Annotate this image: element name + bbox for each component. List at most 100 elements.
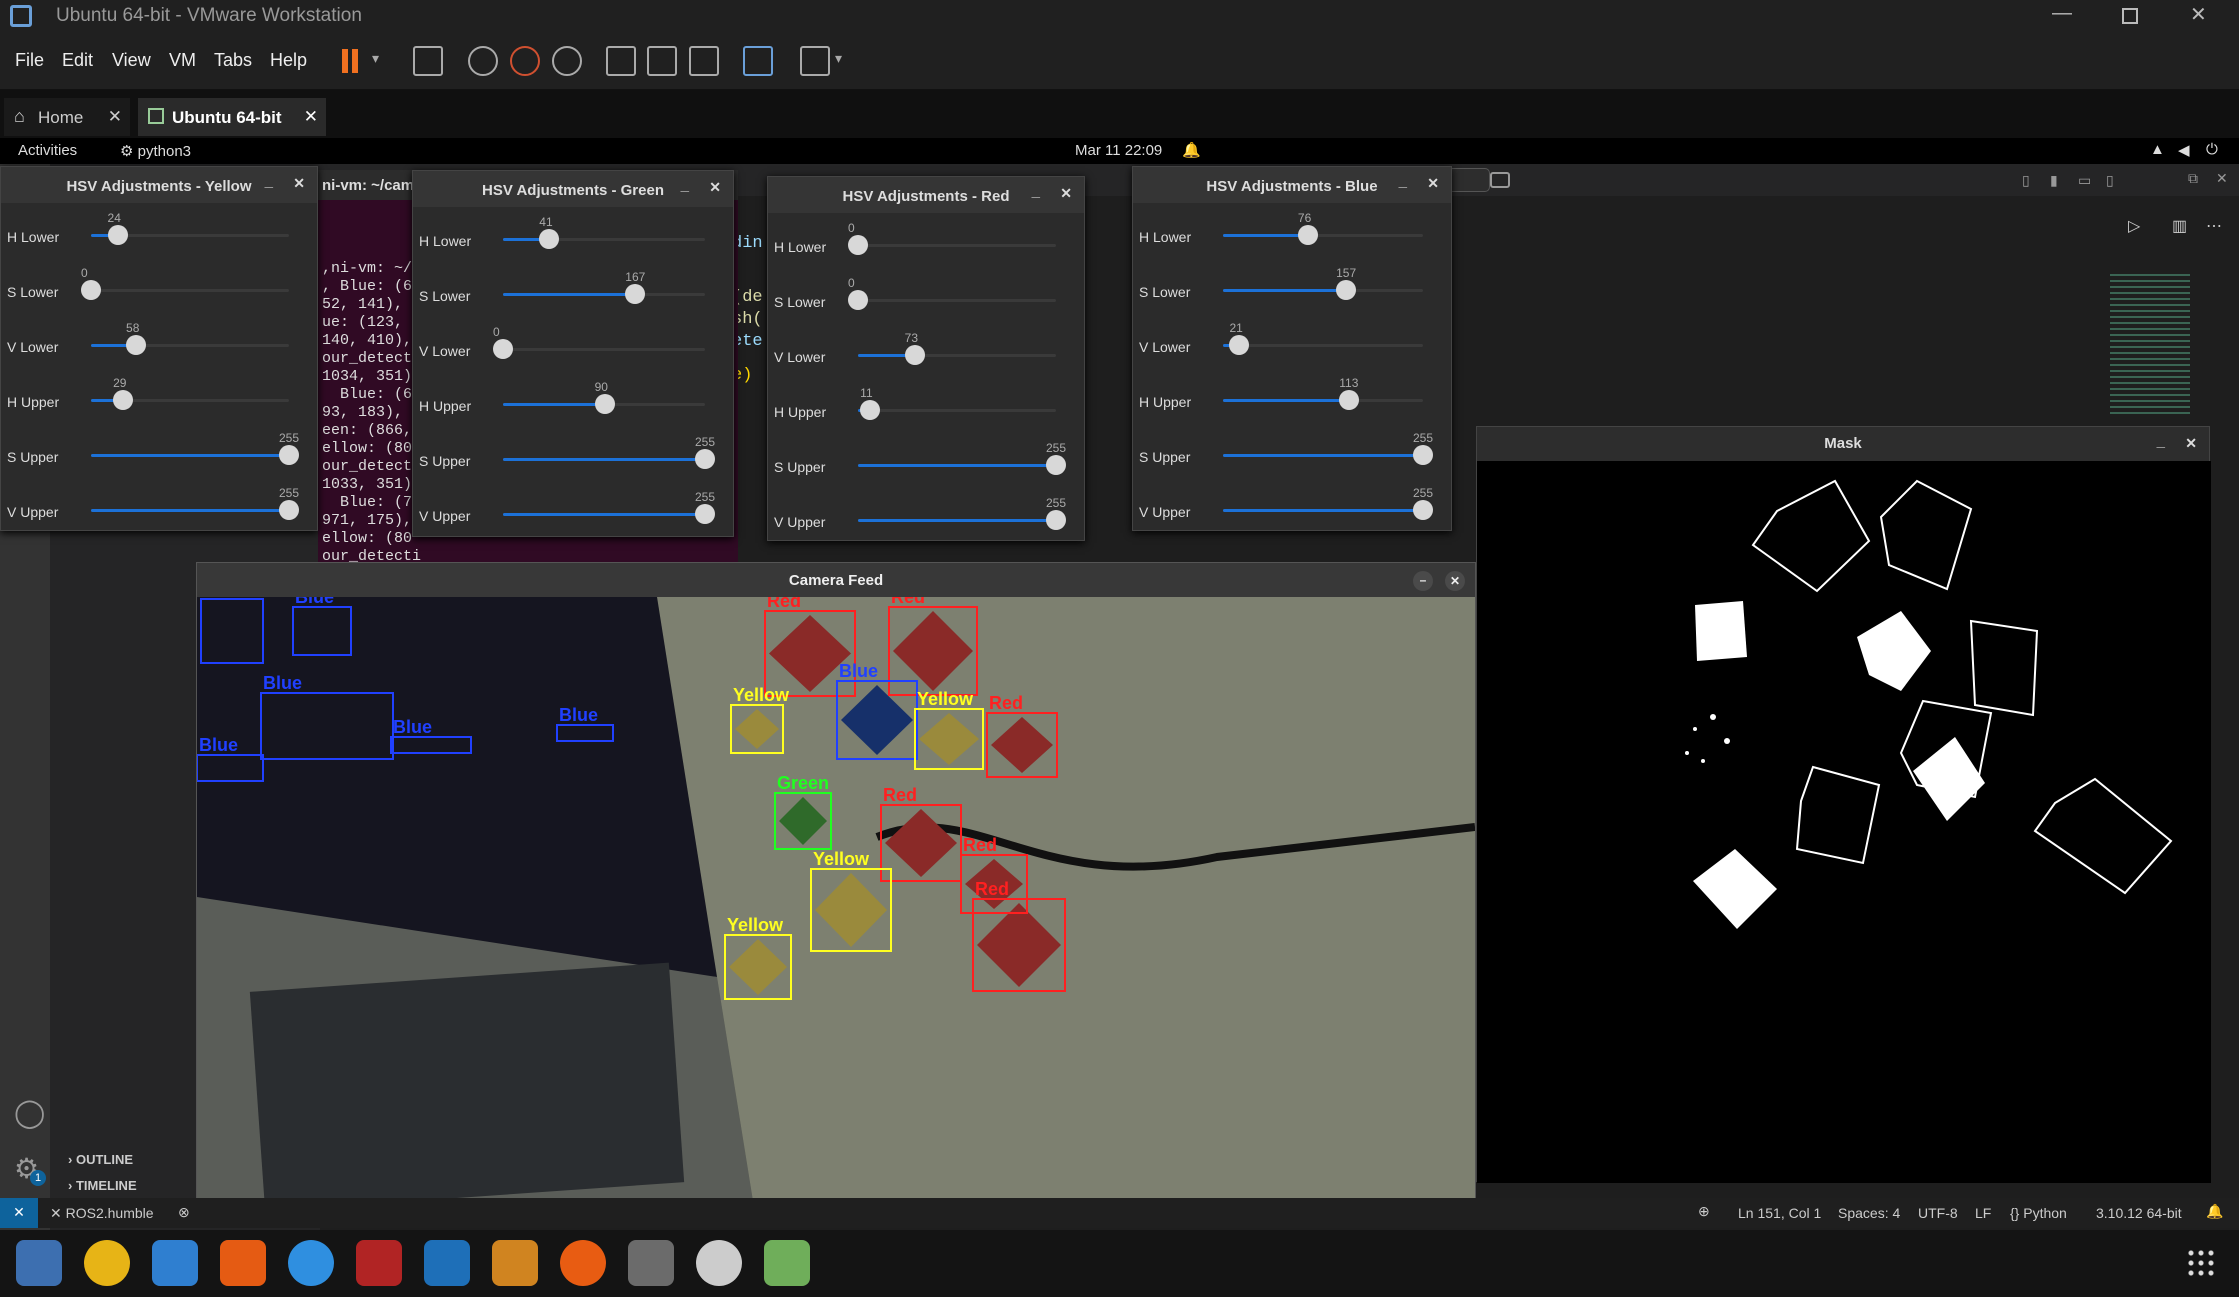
slider-knob[interactable] (848, 290, 868, 310)
writer-icon[interactable] (152, 1240, 198, 1286)
pause-icon[interactable] (342, 49, 348, 73)
minimize-icon[interactable]: _ (1032, 183, 1040, 200)
show-apps-icon[interactable] (2186, 1248, 2216, 1278)
minimize-icon[interactable]: _ (681, 177, 689, 194)
close-icon[interactable]: ✕ (2190, 2, 2207, 27)
vscode-app-icon[interactable] (424, 1240, 470, 1286)
camera-feed-window[interactable]: Camera Feed – ✕ Red Red Blue Yellow Yellow Re… (196, 562, 1476, 1227)
snapshot-icon[interactable] (468, 46, 498, 76)
account-icon[interactable]: ◯ (14, 1096, 45, 1129)
hsv-window-red[interactable]: HSV Adjustments - Red _ ✕ H Lower 0 S Lower 0 V… (767, 176, 1085, 541)
slider-knob[interactable] (1046, 455, 1066, 475)
close-icon[interactable]: ✕ (304, 107, 318, 127)
slider-track[interactable] (503, 229, 705, 249)
slider-track[interactable] (858, 510, 1066, 530)
close-icon[interactable]: ✕ (108, 107, 122, 127)
help-icon[interactable] (288, 1240, 334, 1286)
close-icon[interactable]: ✕ (1060, 185, 1072, 202)
bell-icon[interactable]: 🔔 (2206, 1203, 2223, 1220)
zoom-icon[interactable]: ⊕ (1698, 1203, 1710, 1220)
ide-icon[interactable] (492, 1240, 538, 1286)
slider-knob[interactable] (493, 339, 513, 359)
slider-track[interactable] (91, 225, 289, 245)
slider-track[interactable] (1223, 500, 1433, 520)
volume-icon[interactable]: ◀ (2178, 141, 2190, 159)
panel-toggle-icon[interactable]: ▭ (2078, 172, 2091, 189)
slider-track[interactable] (91, 500, 299, 520)
slider-track[interactable] (858, 455, 1066, 475)
slider-knob[interactable] (904, 345, 925, 365)
trash-icon[interactable] (764, 1240, 810, 1286)
restore-icon[interactable]: ⧉ (2188, 170, 2198, 187)
slider-track[interactable] (503, 284, 705, 304)
revert-snapshot-icon[interactable] (510, 46, 540, 76)
mask-window[interactable]: Mask _ ✕ (1476, 426, 2211, 1183)
menu-vm[interactable]: VM (169, 50, 196, 71)
slider-track[interactable] (493, 339, 705, 359)
minimize-icon[interactable]: – (1413, 571, 1433, 591)
rhythmbox-icon[interactable] (84, 1240, 130, 1286)
timeline-section[interactable]: › TIMELINE (68, 1178, 137, 1193)
library-icon[interactable] (606, 46, 636, 76)
remote-icon[interactable]: ✕ (0, 1198, 38, 1228)
slider-track[interactable] (503, 394, 705, 414)
close-icon[interactable]: ✕ (2216, 170, 2228, 187)
send-ctrl-alt-del-icon[interactable] (413, 46, 443, 76)
menu-view[interactable]: View (112, 50, 151, 71)
close-icon[interactable]: ✕ (1427, 175, 1439, 192)
minimap[interactable] (2110, 274, 2190, 414)
slider-track[interactable] (1223, 445, 1433, 465)
hsv-window-green[interactable]: HSV Adjustments - Green _ ✕ H Lower 41 S Lowe… (412, 170, 734, 537)
branch-status[interactable]: ✕ ROS2.humble (50, 1205, 154, 1222)
slider-knob[interactable] (594, 394, 615, 414)
menu-file[interactable]: File (15, 50, 44, 71)
slider-track[interactable] (1223, 390, 1423, 410)
slider-knob[interactable] (1229, 335, 1250, 355)
menu-help[interactable]: Help (270, 50, 307, 71)
slider-knob[interactable] (1297, 225, 1318, 245)
fullscreen-icon[interactable] (689, 46, 719, 76)
indentation[interactable]: Spaces: 4 (1838, 1205, 1900, 1221)
slider-track[interactable] (91, 445, 299, 465)
firefox-icon[interactable] (560, 1240, 606, 1286)
secondary-sidebar-icon[interactable]: ▯ (2106, 172, 2114, 189)
clock[interactable]: Mar 11 22:09 (1075, 142, 1162, 159)
terminal-app-icon[interactable] (356, 1240, 402, 1286)
slider-knob[interactable] (113, 390, 134, 410)
slider-knob[interactable] (1046, 510, 1066, 530)
thumbnail-icon[interactable] (647, 46, 677, 76)
slider-knob[interactable] (695, 449, 715, 469)
slider-track[interactable] (1223, 335, 1423, 355)
slider-track[interactable] (1223, 280, 1423, 300)
chevron-down-icon[interactable]: ▾ (372, 50, 379, 67)
menu-edit[interactable]: Edit (62, 50, 93, 71)
slider-track[interactable] (1223, 225, 1423, 245)
more-icon[interactable]: ⋯ (2206, 216, 2222, 236)
activities-button[interactable]: Activities (18, 142, 77, 159)
slider-knob[interactable] (1339, 390, 1360, 410)
slider-knob[interactable] (107, 225, 128, 245)
snapshot-manager-icon[interactable] (552, 46, 582, 76)
slider-track[interactable] (91, 335, 289, 355)
minimize-icon[interactable]: _ (2157, 433, 2165, 450)
slider-track[interactable] (848, 290, 1056, 310)
power-icon[interactable]: ⏻ (2206, 141, 2218, 158)
slider-knob[interactable] (126, 335, 147, 355)
slider-track[interactable] (848, 235, 1056, 255)
line-ending[interactable]: LF (1975, 1205, 1991, 1221)
slider-knob[interactable] (1413, 445, 1433, 465)
slider-knob[interactable] (625, 284, 646, 304)
close-icon[interactable]: ✕ (1445, 571, 1465, 591)
slider-knob[interactable] (279, 500, 299, 520)
interpreter[interactable]: 3.10.12 64-bit (2096, 1205, 2182, 1221)
restore-icon[interactable] (2122, 8, 2138, 24)
hsv-window-blue[interactable]: HSV Adjustments - Blue _ ✕ H Lower 76 S Lower… (1132, 166, 1452, 531)
split-editor-icon[interactable]: ▥ (2172, 216, 2187, 236)
slider-track[interactable] (503, 449, 715, 469)
tab-ubuntu[interactable]: Ubuntu 64-bit ✕ (138, 98, 326, 136)
slider-knob[interactable] (279, 445, 299, 465)
slider-knob[interactable] (1413, 500, 1433, 520)
minimize-icon[interactable]: _ (265, 173, 273, 190)
slider-track[interactable] (81, 280, 289, 300)
sidebar-toggle-icon[interactable]: ▮ (2050, 172, 2058, 189)
